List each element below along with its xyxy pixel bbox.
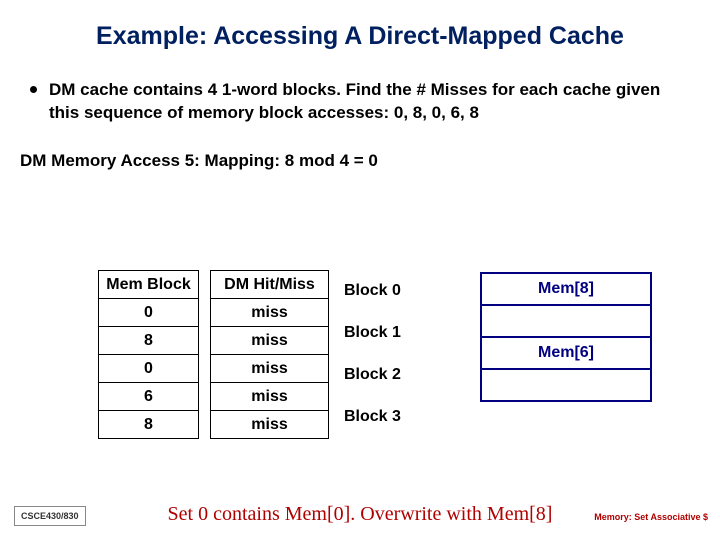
mem-block-cell: 6 [99, 383, 199, 411]
block-label: Block 1 [338, 312, 401, 354]
mem-block-table: Mem Block 0 8 0 6 8 [98, 270, 199, 439]
hit-miss-table: DM Hit/Miss miss miss miss miss miss [210, 270, 329, 439]
hit-miss-cell: miss [211, 383, 329, 411]
hit-miss-cell: miss [211, 355, 329, 383]
cache-cell [481, 369, 651, 401]
slide-title: Example: Accessing A Direct-Mapped Cache [0, 0, 720, 65]
bullet-text: DM cache contains 4 1-word blocks. Find … [49, 79, 690, 125]
block-label: Block 3 [338, 396, 401, 438]
hit-miss-cell: miss [211, 327, 329, 355]
mem-block-cell: 0 [99, 299, 199, 327]
mem-block-cell: 0 [99, 355, 199, 383]
cache-table: Mem[8] Mem[6] [480, 272, 652, 402]
block-label: Block 0 [338, 270, 401, 312]
cache-cell: Mem[8] [481, 273, 651, 305]
mem-block-header: Mem Block [99, 271, 199, 299]
block-labels: Block 0 Block 1 Block 2 Block 3 [338, 270, 401, 438]
bullet-dot-icon [30, 86, 37, 93]
mem-block-cell: 8 [99, 327, 199, 355]
cache-cell [481, 305, 651, 337]
hit-miss-cell: miss [211, 411, 329, 439]
mem-block-cell: 8 [99, 411, 199, 439]
footer-note: Memory: Set Associative $ [594, 512, 708, 522]
hit-miss-header: DM Hit/Miss [211, 271, 329, 299]
access-heading: DM Memory Access 5: Mapping: 8 mod 4 = 0 [0, 125, 720, 171]
cache-cell: Mem[6] [481, 337, 651, 369]
hit-miss-cell: miss [211, 299, 329, 327]
bullet-item: DM cache contains 4 1-word blocks. Find … [0, 65, 720, 125]
block-label: Block 2 [338, 354, 401, 396]
